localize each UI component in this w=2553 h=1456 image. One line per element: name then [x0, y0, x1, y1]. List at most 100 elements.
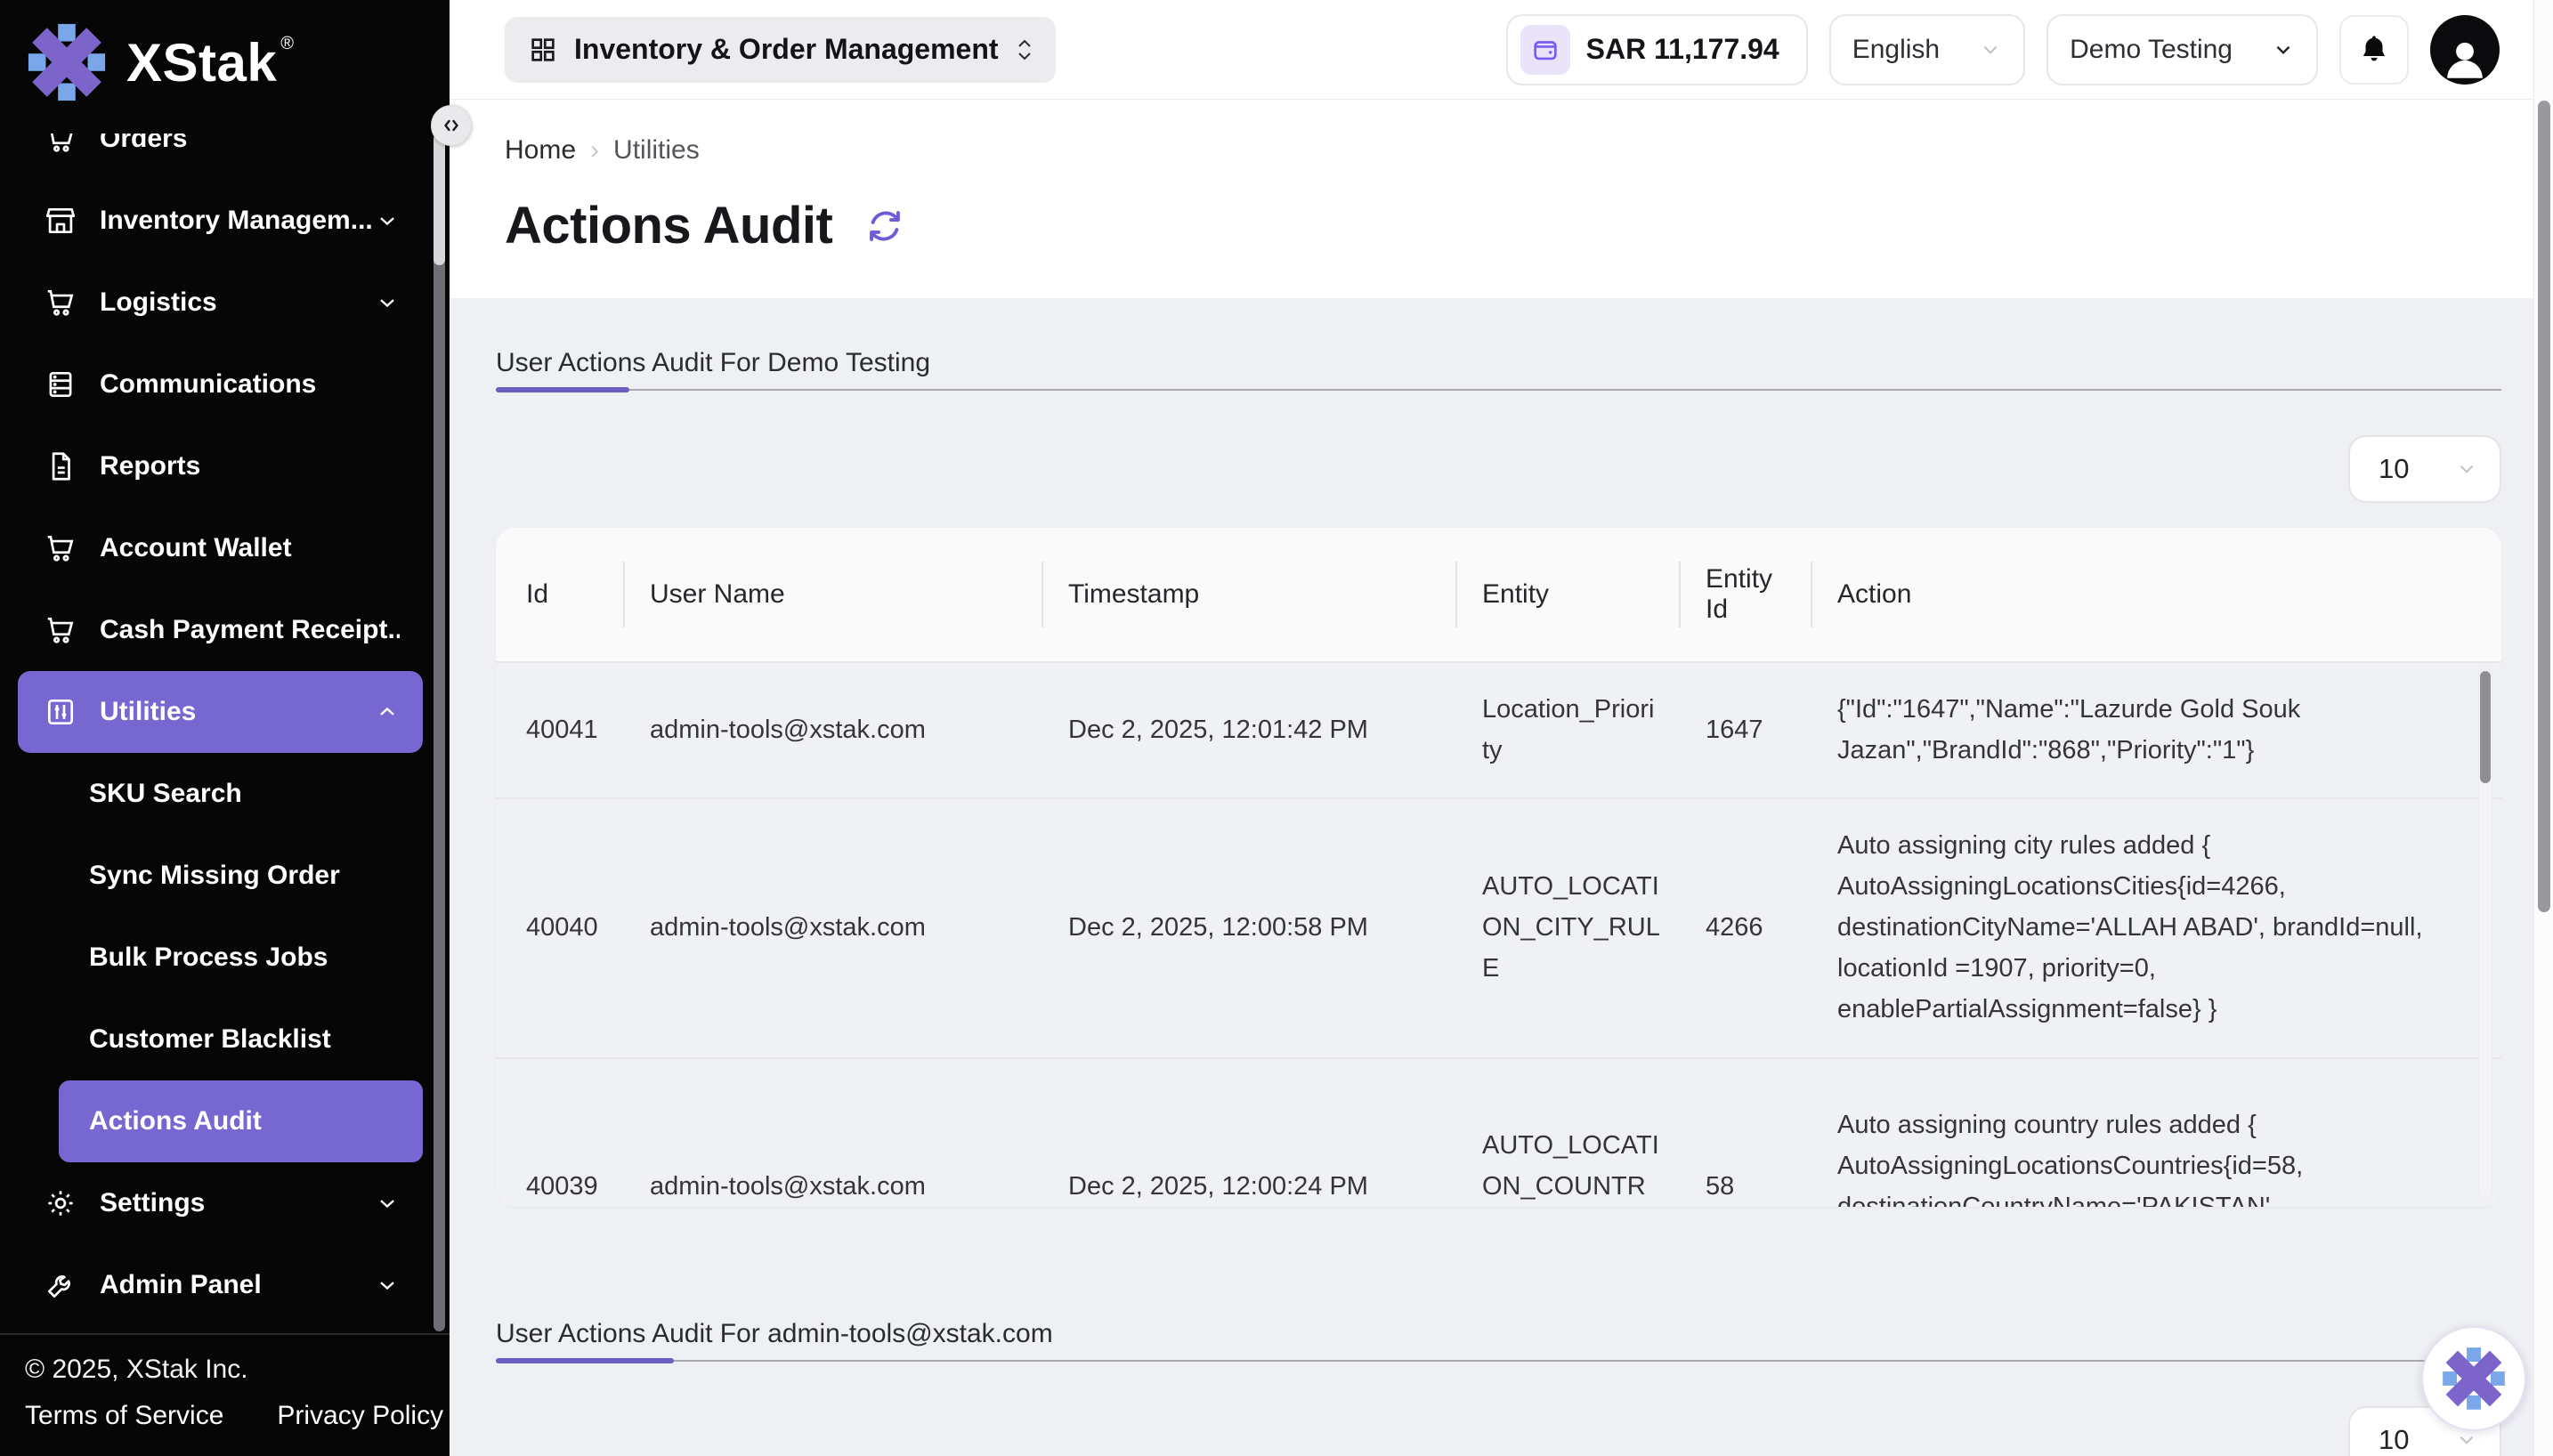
cell-id: 40040 — [526, 908, 598, 949]
cell-id: 40041 — [526, 710, 598, 751]
topbar: Inventory & Order Management SAR 11,177.… — [450, 0, 2553, 100]
chevron-down-icon — [2272, 38, 2295, 61]
table-scrollbar-thumb[interactable] — [2480, 671, 2491, 783]
wallet-balance[interactable]: SAR 11,177.94 — [1506, 14, 1808, 85]
page-size-value: 10 — [2379, 1424, 2409, 1456]
sidebar-item-settings[interactable]: Settings — [0, 1162, 423, 1244]
app-switcher[interactable]: Inventory & Order Management — [505, 17, 1056, 83]
cell-timestamp: Dec 2, 2025, 12:00:24 PM — [1068, 1167, 1438, 1207]
sidebar-item-utilities[interactable]: Utilities — [18, 671, 423, 753]
wrench-icon — [43, 1267, 78, 1303]
chevron-down-icon — [1979, 38, 2002, 61]
column-header-id[interactable]: Id — [496, 528, 623, 661]
active-tab-indicator — [496, 1358, 674, 1363]
breadcrumb-chevron-icon: › — [590, 135, 599, 166]
column-header-timestamp[interactable]: Timestamp — [1041, 528, 1455, 661]
brand-name: XStak® — [126, 32, 291, 93]
table-scrollbar[interactable] — [2478, 668, 2492, 1198]
tenant-value: Demo Testing — [2070, 35, 2233, 65]
breadcrumb: Home › Utilities — [505, 135, 2553, 166]
tenant-select[interactable]: Demo Testing — [2046, 14, 2318, 85]
topbar-right: SAR 11,177.94 English Demo Testing — [1506, 14, 2500, 85]
user-avatar-icon — [2439, 33, 2491, 85]
chevron-down-icon — [375, 290, 400, 315]
column-header-entity-id[interactable]: Entity Id — [1679, 528, 1811, 661]
window-scrollbar-thumb[interactable] — [2538, 101, 2550, 912]
chevron-down-icon — [2455, 1428, 2478, 1452]
cell-entity-id: 58 — [1706, 1167, 1793, 1207]
sidebar-scrollbar-thumb[interactable] — [434, 133, 445, 265]
tab-underline — [496, 387, 2501, 392]
cart-icon — [43, 530, 78, 566]
table-row[interactable]: 40040 admin-tools@xstak.com Dec 2, 2025,… — [496, 797, 2501, 1057]
user-avatar[interactable] — [2430, 15, 2500, 85]
main-area: Inventory & Order Management SAR 11,177.… — [450, 0, 2553, 1456]
language-select[interactable]: English — [1829, 14, 2025, 85]
registered-mark: ® — [280, 34, 294, 53]
sidebar-item-account-wallet[interactable]: Account Wallet — [0, 507, 423, 589]
sidebar-item-cash-payment-receipt[interactable]: Cash Payment Receipt... — [0, 589, 423, 671]
sidebar-item-bulk-process-jobs[interactable]: Bulk Process Jobs — [0, 917, 423, 999]
sidebar-item-actions-audit[interactable]: Actions Audit — [59, 1080, 423, 1162]
sidebar-menu: Orders Inventory Managem... Logistics Co… — [0, 133, 423, 1331]
xstak-flower-icon — [25, 20, 109, 104]
xstak-widget-badge[interactable] — [2421, 1326, 2526, 1431]
copyright-text: © 2025, XStak Inc. — [25, 1355, 450, 1385]
sidebar-item-inventory-management[interactable]: Inventory Managem... — [0, 180, 423, 262]
audit-table: Id User Name Timestamp Entity Entity Id … — [496, 528, 2501, 1207]
tab-user-actions-audit-admin-tools[interactable]: User Actions Audit For admin-tools@xstak… — [496, 1319, 1053, 1349]
app-switcher-label: Inventory & Order Management — [574, 33, 999, 66]
cell-user-name: admin-tools@xstak.com — [650, 908, 1024, 949]
tab-divider-line — [496, 389, 2501, 391]
sidebar: XStak® Orders Inventory Managem... Logis… — [0, 0, 450, 1456]
sidebar-item-logistics[interactable]: Logistics — [0, 262, 423, 344]
bell-icon — [2357, 33, 2391, 67]
table-row[interactable]: 40039 admin-tools@xstak.com Dec 2, 2025,… — [496, 1057, 2501, 1207]
sidebar-item-admin-panel[interactable]: Admin Panel — [0, 1244, 423, 1326]
table-row[interactable]: 40041 admin-tools@xstak.com Dec 2, 2025,… — [496, 661, 2501, 797]
cell-entity: AUTO_LOCATION_COUNTRY_RULE — [1482, 1126, 1661, 1207]
cart-icon — [43, 612, 78, 648]
sidebar-scrollbar[interactable] — [434, 133, 445, 1331]
page-size-select[interactable]: 10 — [2348, 435, 2501, 503]
screen: XStak® Orders Inventory Managem... Logis… — [0, 0, 2553, 1456]
sidebar-item-communications[interactable]: Communications — [0, 344, 423, 425]
breadcrumb-utilities[interactable]: Utilities — [613, 135, 700, 166]
table-header-row: Id User Name Timestamp Entity Entity Id … — [496, 528, 2501, 661]
brand-logo: XStak® — [0, 0, 450, 105]
privacy-policy-link[interactable]: Privacy Policy — [277, 1401, 443, 1431]
server-icon — [43, 367, 78, 402]
sidebar-item-reports[interactable]: Reports — [0, 425, 423, 507]
cell-entity-id: 4266 — [1706, 908, 1793, 949]
collapse-sidebar-icon — [441, 115, 462, 136]
chevron-down-icon — [375, 1273, 400, 1298]
window-scrollbar[interactable] — [2533, 0, 2553, 1456]
sidebar-collapse-button[interactable] — [431, 105, 472, 146]
active-tab-indicator — [496, 387, 629, 392]
language-value: English — [1852, 35, 1940, 65]
sidebar-item-orders[interactable]: Orders — [0, 133, 423, 180]
tab-underline — [496, 1358, 2501, 1363]
cell-user-name: admin-tools@xstak.com — [650, 710, 1024, 751]
sliders-icon — [43, 694, 78, 730]
tab-user-actions-audit-demo-testing[interactable]: User Actions Audit For Demo Testing — [496, 348, 930, 378]
refresh-icon[interactable] — [864, 206, 905, 247]
chevron-down-icon — [375, 1191, 400, 1216]
notifications-button[interactable] — [2339, 15, 2409, 85]
page-title: Actions Audit — [505, 196, 832, 255]
sidebar-item-customer-blacklist[interactable]: Customer Blacklist — [0, 999, 423, 1080]
column-header-user-name[interactable]: User Name — [623, 528, 1041, 661]
sidebar-item-sync-missing-order[interactable]: Sync Missing Order — [0, 835, 423, 917]
cell-timestamp: Dec 2, 2025, 12:01:42 PM — [1068, 710, 1438, 751]
column-header-action[interactable]: Action — [1811, 528, 2501, 661]
cart-icon — [43, 133, 78, 157]
content-area: User Actions Audit For Demo Testing 10 I… — [450, 298, 2553, 1456]
wallet-icon — [1520, 25, 1570, 75]
sidebar-footer: © 2025, XStak Inc. Terms of Service Priv… — [0, 1333, 450, 1456]
sidebar-item-sku-search[interactable]: SKU Search — [0, 753, 423, 835]
breadcrumb-home[interactable]: Home — [505, 135, 576, 166]
cell-entity: AUTO_LOCATION_CITY_RULE — [1482, 867, 1661, 989]
terms-of-service-link[interactable]: Terms of Service — [25, 1401, 223, 1431]
chevron-down-icon — [2455, 457, 2478, 481]
column-header-entity[interactable]: Entity — [1455, 528, 1679, 661]
